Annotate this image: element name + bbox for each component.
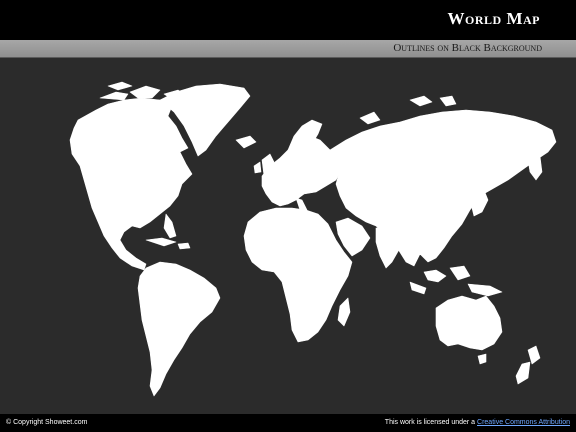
slide: World Map Outlines on Black Background ©… xyxy=(0,0,576,432)
footer-bar: © Copyright Showeet.com This work is lic… xyxy=(0,414,576,432)
iceland xyxy=(235,135,257,149)
tasmania xyxy=(477,353,487,365)
great-britain xyxy=(261,153,275,177)
africa xyxy=(243,207,353,343)
india xyxy=(375,225,405,269)
slide-subtitle: Outlines on Black Background xyxy=(393,42,542,54)
world-map xyxy=(69,81,557,397)
copyright-text: © Copyright Showeet.com xyxy=(6,419,88,426)
south-america xyxy=(137,261,221,397)
florida xyxy=(163,213,177,239)
new-zealand xyxy=(515,345,541,385)
license-link[interactable]: Creative Commons Attribution xyxy=(477,419,570,426)
header-bar: World Map xyxy=(0,0,576,40)
subtitle-bar: Outlines on Black Background xyxy=(0,40,576,58)
north-america xyxy=(69,97,193,271)
australia xyxy=(435,295,503,351)
license-prefix: This work is licensed under a xyxy=(384,419,478,426)
cuba xyxy=(145,237,177,247)
madagascar xyxy=(337,297,351,327)
kamchatka xyxy=(527,155,543,181)
license-text: This work is licensed under a Creative C… xyxy=(385,414,570,432)
southeast-asia-islands xyxy=(409,265,503,297)
hispaniola xyxy=(177,242,191,250)
ireland xyxy=(253,161,262,174)
slide-title: World Map xyxy=(447,9,540,28)
